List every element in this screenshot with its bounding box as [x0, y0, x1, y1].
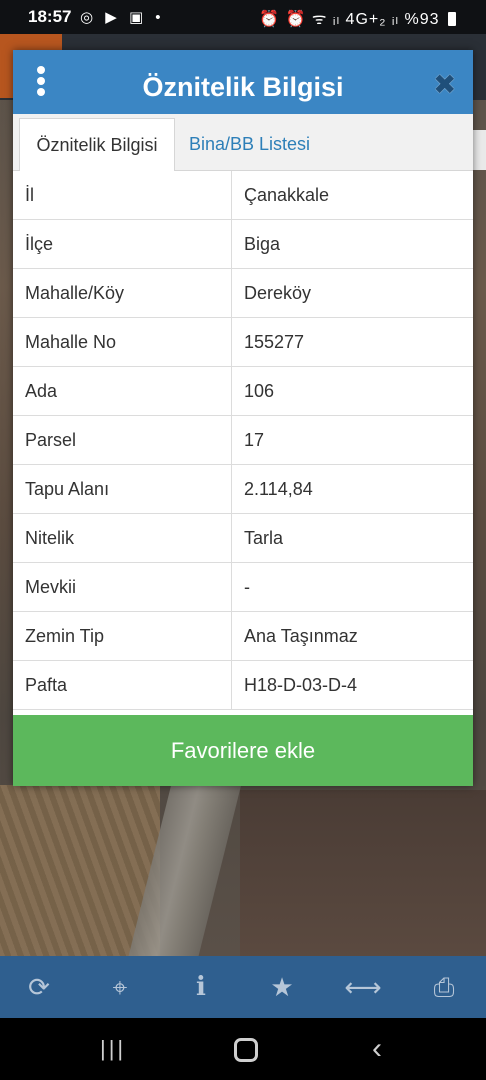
close-icon[interactable]: ✖ [433, 68, 456, 101]
add-favorite-button[interactable]: Favorilere ekle [13, 715, 473, 786]
status-signal-icons: ⏰ ⏰ ᯤ ᵢₗ 4G+₂ ᵢₗ [259, 11, 400, 28]
tab-building-list[interactable]: Bina/BB Listesi [189, 118, 310, 170]
attribute-value: Biga [231, 219, 473, 269]
back-button[interactable]: ‹ [372, 1032, 382, 1066]
attribute-key: Parsel [13, 415, 232, 465]
attribute-key: İlçe [13, 219, 232, 269]
tab-attribute-info[interactable]: Öznitelik Bilgisi [19, 118, 175, 171]
attribute-key: Ada [13, 366, 232, 416]
battery-icon [448, 12, 456, 26]
dialog-header: Öznitelik Bilgisi ✖ [13, 50, 473, 114]
info-icon[interactable]: i [181, 970, 221, 1004]
attribute-key: Mahalle No [13, 317, 232, 367]
status-app-icons: ◎ ▶ ▣ • [80, 9, 165, 26]
dialog-title: Öznitelik Bilgisi [142, 72, 344, 102]
attribute-value: Çanakkale [231, 171, 473, 220]
attribute-key: Nitelik [13, 513, 232, 563]
measure-icon[interactable]: ⟷ [343, 970, 383, 1004]
attribute-key: Mahalle/Köy [13, 268, 232, 318]
attribute-table: İl Çanakkale İlçe Biga Mahalle/Köy Dereköy Mah… [13, 171, 473, 710]
star-icon[interactable]: ★ [262, 970, 302, 1004]
attribute-value: 2.114,84 [231, 464, 473, 514]
status-time: 18:57 [28, 7, 72, 26]
table-row: Ada 106 [13, 366, 473, 416]
attribute-value: 106 [231, 366, 473, 416]
attribute-key: Zemin Tip [13, 611, 232, 661]
crosshair-icon[interactable]: ⌖ [100, 970, 140, 1004]
table-row: Mahalle/Köy Dereköy [13, 268, 473, 318]
attribute-key: Mevkii [13, 562, 232, 612]
attribute-value: 17 [231, 415, 473, 465]
status-bar: 18:57 ◎ ▶ ▣ • ⏰ ⏰ ᯤ ᵢₗ 4G+₂ ᵢₗ %93 [0, 0, 486, 34]
attribute-value: Tarla [231, 513, 473, 563]
refresh-icon[interactable]: ⟳ [19, 970, 59, 1004]
recents-button[interactable]: ||| [100, 1036, 126, 1062]
attribute-value: Ana Taşınmaz [231, 611, 473, 661]
print-icon[interactable]: ⎙ [424, 970, 464, 1004]
table-row: Tapu Alanı 2.114,84 [13, 464, 473, 514]
attribute-value: Dereköy [231, 268, 473, 318]
table-row: Parsel 17 [13, 415, 473, 465]
bottom-toolbar: ⟳ ⌖ i ★ ⟷ ⎙ [0, 956, 486, 1018]
table-row: Mevkii - [13, 562, 473, 612]
map-field-dark [240, 790, 486, 960]
attribute-value: - [231, 562, 473, 612]
attribute-value: H18-D-03-D-4 [231, 660, 473, 710]
table-row: Pafta H18-D-03-D-4 [13, 660, 473, 710]
table-row: Zemin Tip Ana Taşınmaz [13, 611, 473, 661]
battery-percentage: %93 [404, 11, 440, 28]
table-row: Nitelik Tarla [13, 513, 473, 563]
system-nav-bar: ||| ‹ [0, 1018, 486, 1080]
table-row: İlçe Biga [13, 219, 473, 269]
attribute-key: Pafta [13, 660, 232, 710]
home-button[interactable] [234, 1038, 258, 1062]
attribute-dialog: Öznitelik Bilgisi ✖ Öznitelik Bilgisi Bi… [13, 50, 473, 786]
tabs-bar: Öznitelik Bilgisi Bina/BB Listesi [13, 114, 473, 171]
table-row: İl Çanakkale [13, 171, 473, 220]
edge-tab [472, 130, 486, 170]
attribute-value: 155277 [231, 317, 473, 367]
attribute-key: Tapu Alanı [13, 464, 232, 514]
attribute-key: İl [13, 171, 232, 220]
status-right-icons: ⏰ ⏰ ᯤ ᵢₗ 4G+₂ ᵢₗ %93 [259, 7, 456, 29]
table-row: Mahalle No 155277 [13, 317, 473, 367]
